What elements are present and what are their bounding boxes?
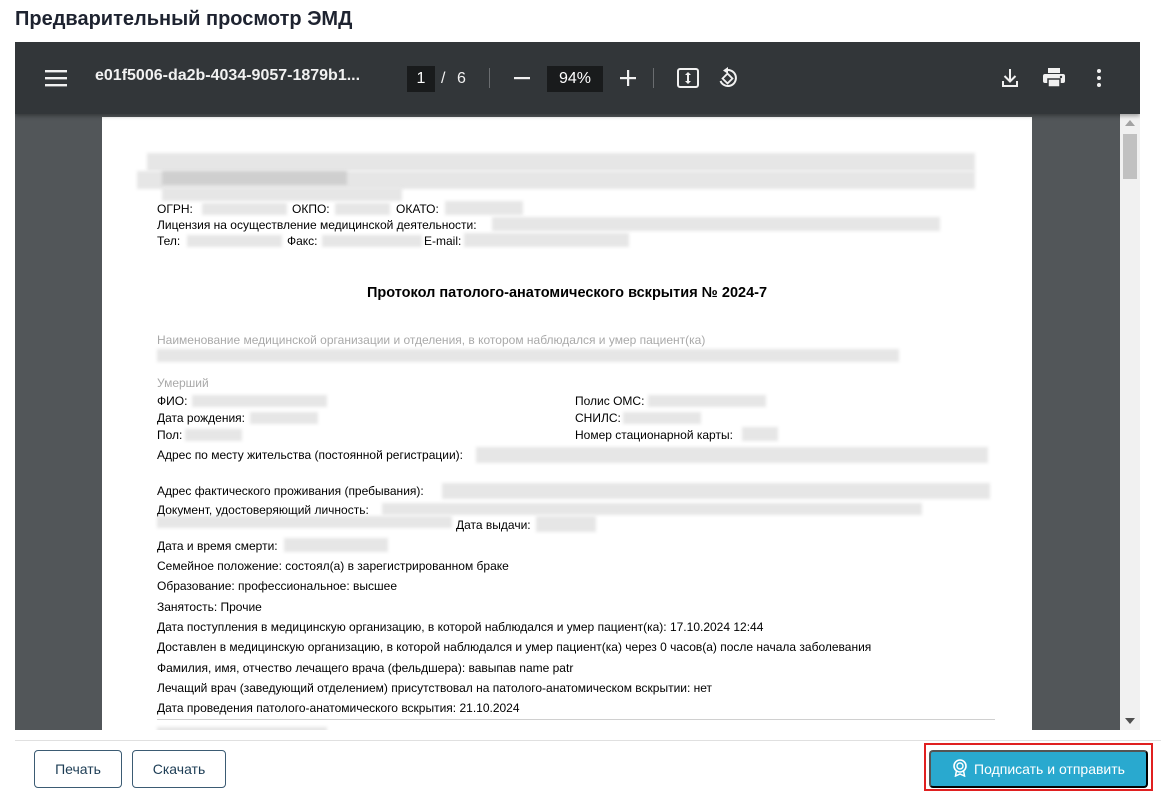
redacted-text bbox=[147, 153, 975, 171]
section-divider bbox=[157, 719, 995, 720]
autopsy-date: Дата проведения патолого-анатомического … bbox=[157, 701, 520, 715]
redacted-text bbox=[284, 538, 388, 552]
admission-date: Дата поступления в медицинскую организац… bbox=[157, 620, 764, 634]
redacted-text bbox=[382, 503, 922, 515]
redacted-text bbox=[464, 233, 629, 247]
redacted-text bbox=[250, 412, 318, 424]
reg-address-label: Адрес по месту жительства (постоянной ре… bbox=[157, 448, 463, 462]
marital-status: Семейное положение: состоял(а) в зарегис… bbox=[157, 559, 509, 573]
scroll-up-arrow-icon[interactable] bbox=[1125, 120, 1135, 126]
vertical-scrollbar[interactable] bbox=[1120, 114, 1140, 730]
footer-divider bbox=[15, 740, 1161, 741]
sex-label: Пол: bbox=[157, 428, 183, 442]
redacted-text bbox=[742, 427, 778, 441]
zoom-level-input[interactable]: 94% bbox=[547, 66, 603, 92]
redacted-text bbox=[185, 429, 242, 441]
redacted-text bbox=[648, 395, 766, 407]
download-button[interactable]: Скачать bbox=[132, 750, 226, 788]
redacted-text bbox=[157, 516, 452, 528]
fio-label: ФИО: bbox=[157, 394, 188, 408]
org-section-label: Наименование медицинской организации и о… bbox=[157, 333, 706, 347]
print-button[interactable]: Печать bbox=[34, 750, 122, 788]
menu-icon[interactable] bbox=[43, 66, 69, 90]
death-datetime-label: Дата и время смерти: bbox=[157, 539, 278, 553]
zoom-out-icon[interactable] bbox=[512, 66, 532, 90]
redacted-text bbox=[157, 349, 899, 362]
document-area[interactable]: ОГРН: ОКПО: ОКАТО: Лицензия на осуществл… bbox=[15, 114, 1120, 730]
email-label: E-mail: bbox=[424, 234, 462, 248]
redacted-text bbox=[536, 516, 596, 532]
redacted-text bbox=[445, 201, 523, 215]
toolbar-divider bbox=[489, 68, 490, 88]
okato-label: ОКАТО: bbox=[396, 202, 439, 216]
toolbar-divider bbox=[653, 68, 654, 88]
redacted-text bbox=[476, 447, 988, 463]
redacted-text bbox=[322, 235, 422, 247]
oms-label: Полис ОМС: bbox=[575, 394, 645, 408]
redacted-text bbox=[162, 187, 402, 201]
employment: Занятость: Прочие bbox=[157, 600, 262, 614]
rotate-icon[interactable] bbox=[716, 65, 740, 91]
delivered-info: Доставлен в медицинскую организацию, в к… bbox=[157, 640, 872, 654]
actual-address-label: Адрес фактического проживания (пребывани… bbox=[157, 484, 424, 498]
redacted-text bbox=[202, 203, 287, 215]
license-label: Лицензия на осуществление медицинской де… bbox=[157, 218, 477, 232]
birth-date-label: Дата рождения: bbox=[157, 411, 245, 425]
okpo-label: ОКПО: bbox=[292, 202, 330, 216]
ogrn-label: ОГРН: bbox=[157, 202, 193, 216]
phone-label: Тел: bbox=[157, 234, 181, 248]
print-icon[interactable] bbox=[1042, 66, 1066, 90]
fit-page-icon[interactable] bbox=[676, 66, 700, 90]
download-icon[interactable] bbox=[999, 66, 1021, 90]
pdf-viewer: e01f5006-da2b-4034-9057-1879b1... 1 / 6 … bbox=[15, 42, 1140, 730]
deceased-section-label: Умерший bbox=[157, 376, 209, 390]
doctor-present: Лечащий врач (заведующий отделением) при… bbox=[157, 681, 713, 695]
id-doc-label: Документ, удостоверяющий личность: bbox=[157, 503, 369, 517]
certificate-badge-icon bbox=[952, 758, 968, 780]
pdf-toolbar: e01f5006-da2b-4034-9057-1879b1... 1 / 6 … bbox=[15, 42, 1140, 114]
redacted-text bbox=[492, 217, 940, 231]
redacted-text bbox=[442, 483, 990, 499]
redacted-text bbox=[335, 203, 390, 215]
redacted-text bbox=[162, 171, 347, 185]
education: Образование: профессиональное: высшее bbox=[157, 579, 397, 593]
snils-label: СНИЛС: bbox=[575, 411, 621, 425]
total-pages: 6 bbox=[457, 70, 466, 87]
redacted-text bbox=[157, 727, 327, 730]
scroll-down-arrow-icon[interactable] bbox=[1125, 718, 1135, 724]
doctor-name: Фамилия, имя, отчество лечащего врача (ф… bbox=[157, 661, 574, 675]
redacted-text bbox=[623, 412, 701, 424]
document-name: e01f5006-da2b-4034-9057-1879b1... bbox=[95, 67, 361, 84]
pdf-page: ОГРН: ОКПО: ОКАТО: Лицензия на осуществл… bbox=[102, 117, 1032, 730]
current-page-input[interactable]: 1 bbox=[407, 66, 435, 92]
issue-date-label: Дата выдачи: bbox=[456, 518, 531, 532]
scroll-thumb[interactable] bbox=[1123, 134, 1137, 179]
zoom-in-icon[interactable] bbox=[617, 66, 639, 90]
page-title: Предварительный просмотр ЭМД bbox=[15, 8, 353, 30]
sign-and-send-button[interactable]: Подписать и отправить bbox=[929, 750, 1148, 788]
sign-and-send-label: Подписать и отправить bbox=[974, 761, 1125, 777]
page-separator: / bbox=[441, 70, 446, 87]
more-vert-icon[interactable] bbox=[1091, 66, 1107, 90]
redacted-text bbox=[192, 395, 327, 407]
document-title: Протокол патолого-анатомического вскрыти… bbox=[366, 285, 768, 301]
card-label: Номер стационарной карты: bbox=[575, 428, 733, 442]
redacted-text bbox=[187, 235, 282, 247]
fax-label: Факс: bbox=[287, 234, 318, 248]
